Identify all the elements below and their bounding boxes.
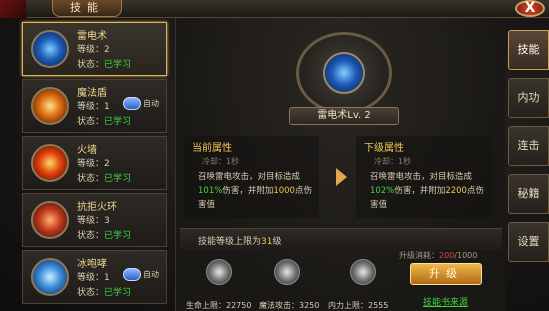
resource-orb-icon [350, 259, 376, 285]
skill-item-thunder[interactable]: 雷电术 等级：2 状态：已学习 [22, 22, 167, 76]
skill-item-ice-roar[interactable]: 冰咆哮 等级：1 自动 状态：已学习 [22, 250, 167, 304]
window-title: 技能 [52, 0, 122, 17]
skill-status: 状态：已学习 [77, 60, 132, 70]
close-icon: X [524, 0, 536, 16]
skill-name: 雷电术 [77, 31, 107, 42]
ice-skill-icon [31, 258, 69, 296]
arrow-right-icon [336, 168, 347, 186]
next-cooldown: 冷却：1秒 [374, 157, 412, 166]
current-description: 召唤雷电攻击，对目标造成 101%伤害，并附加1000点伤 害值 [198, 172, 312, 210]
skill-level: 等级：2 [77, 159, 110, 169]
thunder-skill-icon [31, 30, 69, 68]
skill-level: 等级：3 [77, 216, 110, 226]
skill-list: 雷电术 等级：2 状态：已学习 魔法盾 等级：1 自动 状态：已学习 火墙 等级… [22, 22, 167, 311]
skill-status: 状态：已学习 [77, 231, 132, 241]
skill-status: 状态：已学习 [77, 174, 132, 184]
tab-skills[interactable]: 技能 [508, 30, 549, 70]
next-description: 召唤雷电攻击，对目标造成 102%伤害，并附加2200点伤 害值 [370, 172, 484, 210]
shield-skill-icon [31, 87, 69, 125]
resource-inner-power [342, 259, 382, 291]
skill-item-repel-fire-ring[interactable]: 抗拒火环 等级：3 状态：已学习 [22, 193, 167, 247]
current-attributes: 当前属性 冷却：1秒 召唤雷电攻击，对目标造成 101%伤害，并附加1000点伤害… [184, 136, 319, 218]
tab-secret-book[interactable]: 秘籍 [508, 174, 549, 214]
skill-name: 冰咆哮 [77, 259, 107, 270]
fire-ring-skill-icon [31, 201, 69, 239]
upgrade-cost: 升级消耗：200/1000 [399, 251, 478, 260]
toggle-knob-icon [123, 268, 141, 281]
level-limit-text: 技能等级上限为31级 [198, 237, 282, 247]
corner-ornament [0, 0, 26, 18]
thunder-skill-icon [323, 52, 365, 94]
inner-power-label: 内力上限：2555 [328, 301, 389, 310]
life-limit-label: 生命上限：22750 [186, 301, 252, 310]
close-button[interactable]: X [515, 0, 545, 17]
level-limit-bar: 技能等级上限为31级 [180, 228, 502, 250]
resource-life [198, 259, 238, 291]
skill-detail-panel: 雷电术Lv. 2 当前属性 冷却：1秒 召唤雷电攻击，对目标造成 101%伤害，并… [175, 18, 505, 311]
skill-emblem [296, 32, 392, 114]
skill-level: 等级：1 [77, 102, 110, 112]
skill-book-source-link[interactable]: 技能书来源 [423, 295, 468, 308]
fire-skill-icon [31, 144, 69, 182]
skill-item-fire-wall[interactable]: 火墙 等级：2 状态：已学习 [22, 136, 167, 190]
current-cooldown: 冷却：1秒 [202, 157, 240, 166]
skill-level: 等级：1 [77, 273, 110, 283]
skill-status: 状态：已学习 [77, 117, 132, 127]
resource-magic [266, 259, 306, 291]
skill-banner: 雷电术Lv. 2 [289, 107, 399, 125]
skill-level: 等级：2 [77, 45, 110, 55]
side-tab-bar: 技能 内功 连击 秘籍 设置 [508, 30, 549, 311]
auto-label: 自动 [143, 270, 159, 279]
tab-settings[interactable]: 设置 [508, 222, 549, 262]
skill-window: 技能 X 雷电术 等级：2 状态：已学习 魔法盾 等级：1 自动 状态：已学习 … [0, 0, 549, 311]
resource-orb-icon [274, 259, 300, 285]
auto-toggle[interactable]: 自动 [123, 97, 163, 110]
current-attr-title: 当前属性 [192, 143, 232, 154]
skill-status: 状态：已学习 [77, 288, 132, 298]
next-attributes: 下级属性 冷却：1秒 召唤雷电攻击，对目标造成 102%伤害，并附加2200点伤害… [356, 136, 491, 218]
resource-orb-icon [206, 259, 232, 285]
skill-name: 火墙 [77, 145, 97, 156]
toggle-knob-icon [123, 97, 141, 110]
skill-item-magic-shield[interactable]: 魔法盾 等级：1 自动 状态：已学习 [22, 79, 167, 133]
next-attr-title: 下级属性 [364, 143, 404, 154]
auto-toggle[interactable]: 自动 [123, 268, 163, 281]
skill-name: 抗拒火环 [77, 202, 117, 213]
tab-inner-power[interactable]: 内功 [508, 78, 549, 118]
tab-combo[interactable]: 连击 [508, 126, 549, 166]
auto-label: 自动 [143, 99, 159, 108]
magic-attack-label: 魔法攻击：3250 [259, 301, 320, 310]
upgrade-button[interactable]: 升级 [410, 263, 482, 285]
skill-name: 魔法盾 [77, 88, 107, 99]
